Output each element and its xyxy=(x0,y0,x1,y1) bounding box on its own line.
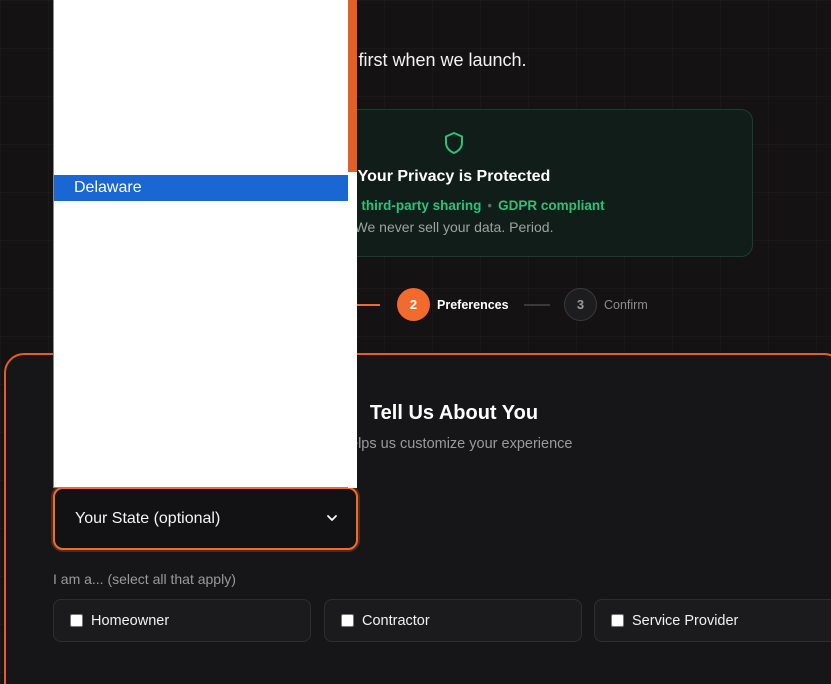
state-dropdown-list[interactable]: Delaware xyxy=(53,0,357,488)
form-title-text: Tell Us About You xyxy=(369,402,539,424)
contractor-checkbox[interactable] xyxy=(341,614,354,627)
step-connector xyxy=(524,304,550,306)
dropdown-option-delaware[interactable]: Delaware xyxy=(54,175,348,201)
step-3-label: Confirm xyxy=(604,298,648,312)
role-option-service-provider[interactable]: Service Provider xyxy=(594,599,831,642)
role-label: Service Provider xyxy=(632,613,739,629)
chevron-down-icon xyxy=(327,515,337,521)
service-provider-checkbox[interactable] xyxy=(611,614,624,627)
role-label: Contractor xyxy=(362,613,430,629)
role-label: Homeowner xyxy=(91,613,170,629)
role-prompt: I am a... (select all that apply) xyxy=(53,571,236,587)
role-option-contractor[interactable]: Contractor xyxy=(324,599,582,642)
step-3-circle: 3 xyxy=(564,288,597,321)
privacy-feature: GDPR compliant xyxy=(498,198,605,213)
shield-icon xyxy=(445,132,463,154)
form-subtitle: elps us customize your experience xyxy=(350,436,572,452)
step-2-circle: 2 xyxy=(397,288,430,321)
state-select-value: Your State (optional) xyxy=(75,510,221,527)
state-select[interactable]: Your State (optional) xyxy=(53,487,358,550)
page: ong the first when we launch. Your Priva… xyxy=(0,0,831,684)
homeowner-checkbox[interactable] xyxy=(70,614,83,627)
role-option-homeowner[interactable]: Homeowner xyxy=(53,599,311,642)
dropdown-scrollbar-thumb[interactable] xyxy=(348,0,357,172)
separator-dot: • xyxy=(487,198,493,213)
step-2-label: Preferences xyxy=(437,298,509,312)
form-subtitle-text: elps us customize your experience xyxy=(350,436,573,452)
